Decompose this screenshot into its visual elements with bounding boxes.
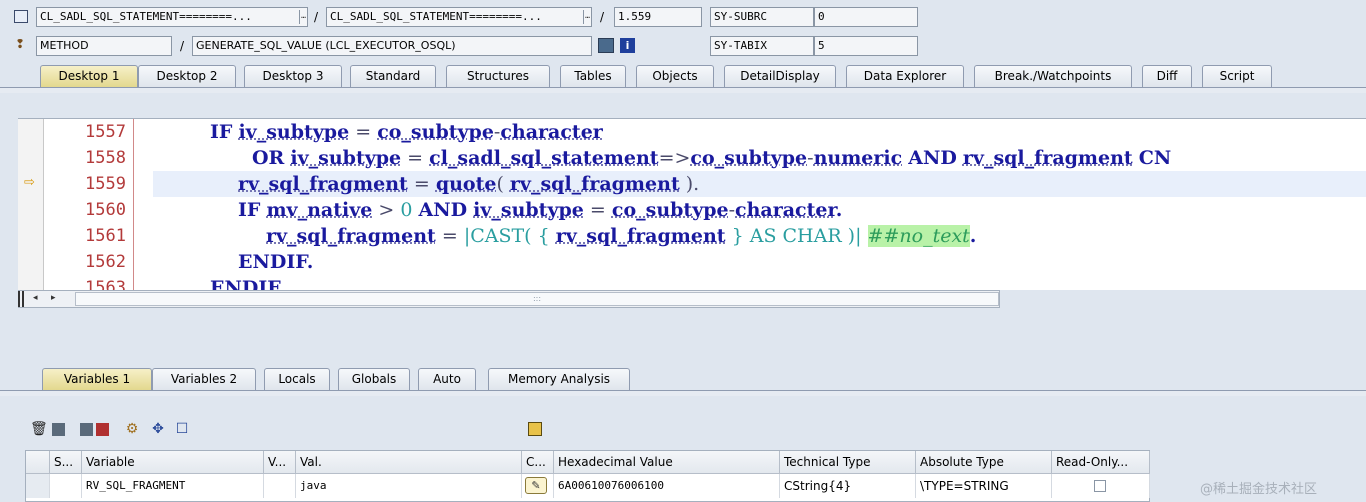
tab-globals[interactable]: Globals (338, 368, 410, 390)
code-line: IF mv_native > 0 AND iv_subtype = co_sub… (238, 199, 843, 221)
tab-auto[interactable]: Auto (418, 368, 476, 390)
tab-diff[interactable]: Diff (1142, 65, 1192, 87)
watermark: @稀土掘金技术社区 (1200, 482, 1318, 497)
line-number: 1557 (85, 122, 126, 142)
code-line: ENDIF. (238, 251, 314, 273)
program-icon (14, 10, 28, 23)
load-globals-icon[interactable] (96, 423, 109, 436)
sysvar-value-2[interactable]: 5 (814, 36, 918, 56)
info-icon[interactable]: i (620, 38, 635, 53)
tab-data-explorer[interactable]: Data Explorer (846, 65, 964, 87)
cell-read-only (1052, 474, 1150, 498)
cell-technical-type[interactable]: CString{4} (780, 474, 916, 498)
tab-standard[interactable]: Standard (350, 65, 436, 87)
tab-variables-1[interactable]: Variables 1 (42, 368, 152, 390)
variables-tab-baseline (0, 390, 1366, 396)
tab-desktop-1[interactable]: Desktop 1 (40, 65, 138, 87)
edit-pencil-icon[interactable]: ✎ (525, 477, 547, 494)
move-icon[interactable]: ✥ (150, 421, 166, 437)
read-only-checkbox[interactable] (1094, 480, 1106, 492)
desktop-tab-baseline (0, 87, 1366, 93)
code-line: rv_sql_fragment = |CAST( { rv_sql_fragme… (266, 225, 977, 247)
sysvar-label-1[interactable]: SY-SUBRC (710, 7, 814, 27)
tab-detail-display[interactable]: DetailDisplay (724, 65, 836, 87)
line-number-field[interactable]: 1.559 (614, 7, 702, 27)
include-field[interactable]: CL_SADL_SQL_STATEMENT========...… (326, 7, 592, 27)
line-number: 1563 (85, 278, 126, 290)
separator: / (180, 39, 185, 53)
cell-change: ✎ (522, 474, 554, 498)
scroll-right-icon[interactable]: ▸ (51, 293, 56, 303)
column-header-c[interactable]: C... (522, 451, 554, 474)
separator: / (600, 10, 605, 24)
event-type-field[interactable]: METHOD (36, 36, 172, 56)
select-icon[interactable]: ☐ (174, 421, 190, 437)
cell-v (264, 474, 296, 498)
column-header-hex[interactable]: Hexadecimal Value (554, 451, 780, 474)
program-more-icon[interactable]: … (299, 10, 307, 24)
separator: / (314, 10, 319, 24)
cell-absolute-type[interactable]: \TYPE=STRING (916, 474, 1052, 498)
line-number: 1561 (85, 226, 126, 246)
code-line: OR iv_subtype = cl_sadl_sql_statement=>c… (252, 147, 1172, 169)
sysvar-value-1[interactable]: 0 (814, 7, 918, 27)
tab-structures[interactable]: Structures (446, 65, 550, 87)
editor-horizontal-scrollbar[interactable]: ◂ ▸ ::: (18, 290, 1000, 308)
scroll-grip: ::: (532, 294, 542, 303)
current-statement-arrow-icon: ⇨ (24, 175, 35, 190)
method-icon: ❢ (15, 37, 26, 51)
row-selector[interactable] (26, 474, 50, 498)
column-header-variable[interactable]: Variable (82, 451, 264, 474)
import-variables-icon[interactable] (52, 423, 65, 436)
column-header-absolute-type[interactable]: Absolute Type (916, 451, 1052, 474)
tab-objects[interactable]: Objects (636, 65, 714, 87)
line-number: 1559 (85, 174, 126, 194)
structure-icon[interactable]: ⚙ (124, 421, 140, 437)
column-header[interactable] (26, 451, 50, 474)
scroll-thumb[interactable]: ::: (75, 292, 999, 306)
tab-variables-2[interactable]: Variables 2 (152, 368, 256, 390)
cell-variable[interactable]: RV_SQL_FRAGMENT (82, 474, 264, 498)
column-header-read-only[interactable]: Read-Only... (1052, 451, 1150, 474)
tab-tables[interactable]: Tables (560, 65, 626, 87)
code-line-current: rv_sql_fragment = quote( rv_sql_fragment… (238, 173, 700, 195)
scroll-left-icon[interactable]: ◂ (33, 293, 38, 303)
delete-icon[interactable]: 🗑 (30, 421, 48, 437)
column-header-status[interactable]: S... (50, 451, 82, 474)
include-more-icon[interactable]: … (583, 10, 591, 24)
tab-breakpoints[interactable]: Break./Watchpoints (974, 65, 1132, 87)
load-locals-icon[interactable] (80, 423, 93, 436)
tab-script[interactable]: Script (1202, 65, 1272, 87)
splitter-handle[interactable] (18, 291, 24, 307)
breakpoint-gutter[interactable] (18, 119, 44, 290)
line-number: 1562 (85, 252, 126, 272)
save-icon[interactable] (528, 422, 542, 436)
sysvar-label-2[interactable]: SY-TABIX (710, 36, 814, 56)
column-header-technical-type[interactable]: Technical Type (780, 451, 916, 474)
program-field[interactable]: CL_SADL_SQL_STATEMENT========...… (36, 7, 308, 27)
cell-value[interactable]: java (296, 474, 522, 498)
code-line: ENDIF (210, 277, 281, 290)
code-line: IF iv_subtype = co_subtype-character (210, 121, 603, 143)
event-name-field[interactable]: GENERATE_SQL_VALUE (LCL_EXECUTOR_OSQL) (192, 36, 592, 56)
cell-hex-value[interactable]: 6A00610076006100 (554, 474, 780, 498)
tab-desktop-2[interactable]: Desktop 2 (138, 65, 236, 87)
line-number-separator (133, 119, 134, 290)
cell-status (50, 474, 82, 498)
column-header-value[interactable]: Val. (296, 451, 522, 474)
navigate-icon[interactable] (598, 38, 614, 53)
tab-desktop-3[interactable]: Desktop 3 (244, 65, 342, 87)
line-number: 1560 (85, 200, 126, 220)
line-number: 1558 (85, 148, 126, 168)
tab-locals[interactable]: Locals (264, 368, 330, 390)
tab-memory-analysis[interactable]: Memory Analysis (488, 368, 630, 390)
desktop-tab-bar: Desktop 1 Desktop 2 Desktop 3 Standard S… (0, 65, 1366, 87)
variables-tab-bar: Variables 1 Variables 2 Locals Globals A… (0, 368, 1366, 390)
column-header-v[interactable]: V... (264, 451, 296, 474)
source-editor[interactable]: ⇨ 1557 1558 1559 1560 1561 1562 1563 IF … (18, 118, 1366, 290)
variables-grid: S... Variable V... Val. C... Hexadecimal… (25, 450, 1150, 502)
